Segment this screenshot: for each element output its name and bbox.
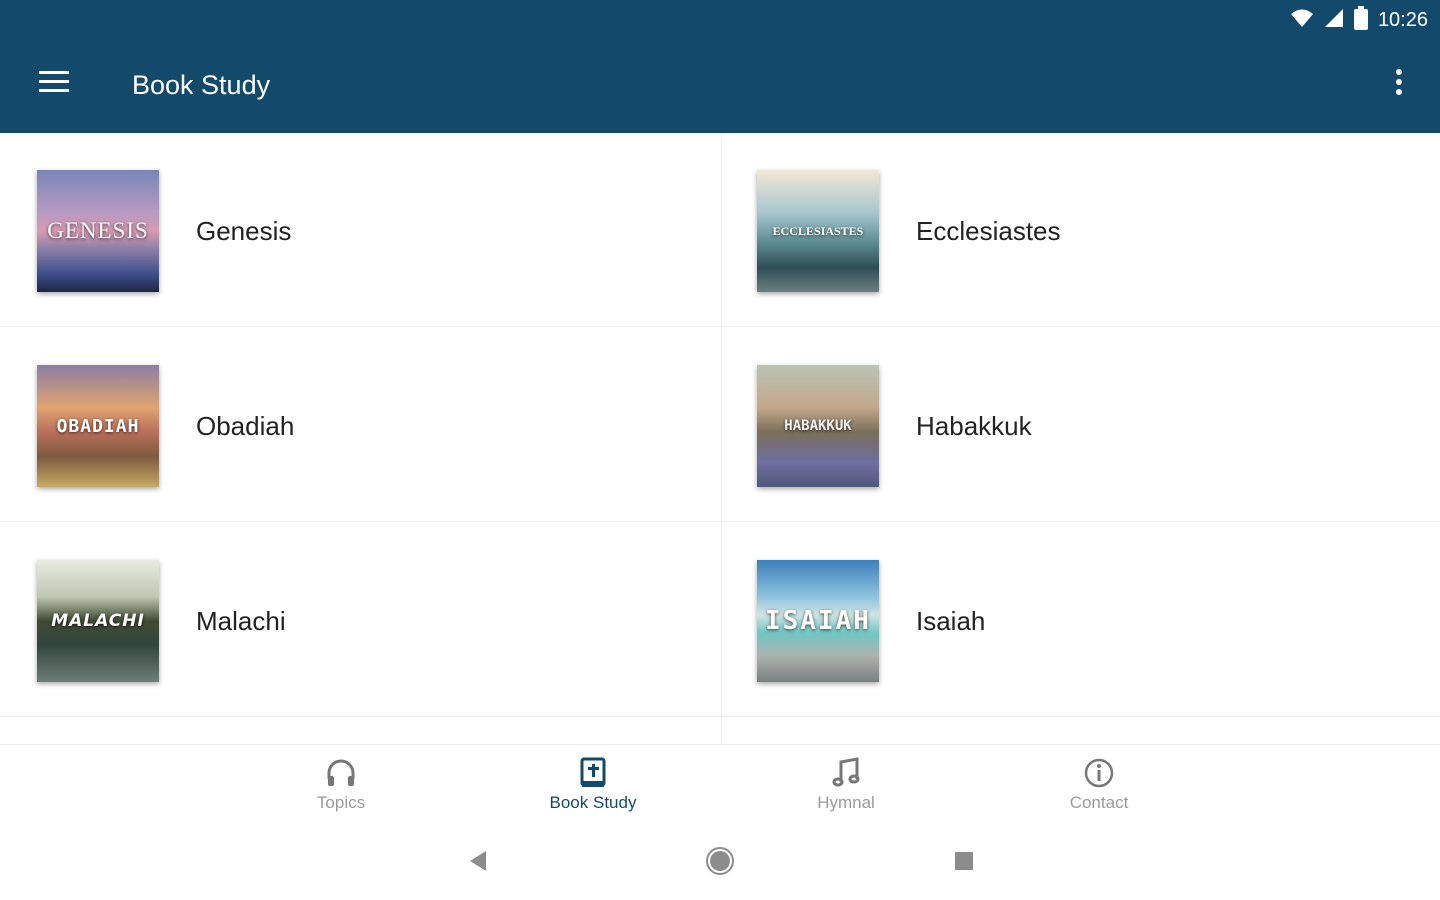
menu-button[interactable] xyxy=(30,64,78,104)
book-label: Ecclesiastes xyxy=(916,216,1061,246)
book-item-malachi[interactable]: MALACHI Malachi xyxy=(0,523,720,718)
book-item-genesis[interactable]: GENESIS Genesis xyxy=(0,133,720,328)
home-circle-icon xyxy=(705,846,735,881)
book-cover-habakkuk: HABAKKUK xyxy=(757,365,879,487)
bible-icon xyxy=(577,757,609,789)
back-triangle-icon xyxy=(468,850,488,877)
book-cover-obadiah: OBADIAH xyxy=(37,365,159,487)
cell-signal-icon xyxy=(1324,8,1344,33)
battery-icon xyxy=(1353,5,1368,35)
app-root: 10:26 Book Study GENESIS Genesis ECCLESI… xyxy=(0,0,1440,900)
book-label: Habakkuk xyxy=(916,411,1032,441)
status-bar: 10:26 xyxy=(1290,5,1428,35)
page-title: Book Study xyxy=(132,70,271,100)
headphones-icon xyxy=(325,757,357,789)
overflow-menu-button[interactable] xyxy=(1384,64,1414,104)
back-button[interactable] xyxy=(463,848,493,878)
book-item-habakkuk[interactable]: HABAKKUK Habakkuk xyxy=(720,328,1440,523)
book-cover-genesis: GENESIS xyxy=(37,170,159,292)
nav-topics[interactable]: Topics xyxy=(266,757,416,827)
home-button[interactable] xyxy=(705,846,735,881)
book-item-isaiah[interactable]: ISAIAH Isaiah xyxy=(720,523,1440,718)
system-navigation-bar xyxy=(0,826,1440,900)
recents-square-icon xyxy=(954,851,974,876)
book-cover-ecclesiastes: ECCLESIASTES xyxy=(757,170,879,292)
bottom-navigation: Topics Book Study Hymnal Contact xyxy=(0,744,1440,826)
recents-button[interactable] xyxy=(949,848,979,878)
book-label: Genesis xyxy=(196,216,292,246)
app-bar: 10:26 Book Study xyxy=(0,0,1440,133)
hamburger-icon xyxy=(39,70,69,98)
book-cover-malachi: MALACHI xyxy=(37,560,159,682)
book-item-obadiah[interactable]: OBADIAH Obadiah xyxy=(0,328,720,523)
nav-contact[interactable]: Contact xyxy=(1024,757,1174,827)
book-label: Obadiah xyxy=(196,411,295,441)
book-item-ecclesiastes[interactable]: ECCLESIASTES Ecclesiastes xyxy=(720,133,1440,328)
status-time: 10:26 xyxy=(1377,8,1428,31)
more-vertical-icon xyxy=(1396,68,1402,100)
wifi-icon xyxy=(1290,8,1314,33)
nav-hymnal[interactable]: Hymnal xyxy=(771,757,921,827)
nav-book-study[interactable]: Book Study xyxy=(518,757,668,827)
info-icon xyxy=(1083,757,1115,789)
music-note-icon xyxy=(830,757,862,789)
book-grid: GENESIS Genesis ECCLESIASTES Ecclesiaste… xyxy=(0,133,1440,743)
book-label: Malachi xyxy=(196,606,286,636)
book-label: Isaiah xyxy=(916,606,986,636)
book-cover-isaiah: ISAIAH xyxy=(757,560,879,682)
